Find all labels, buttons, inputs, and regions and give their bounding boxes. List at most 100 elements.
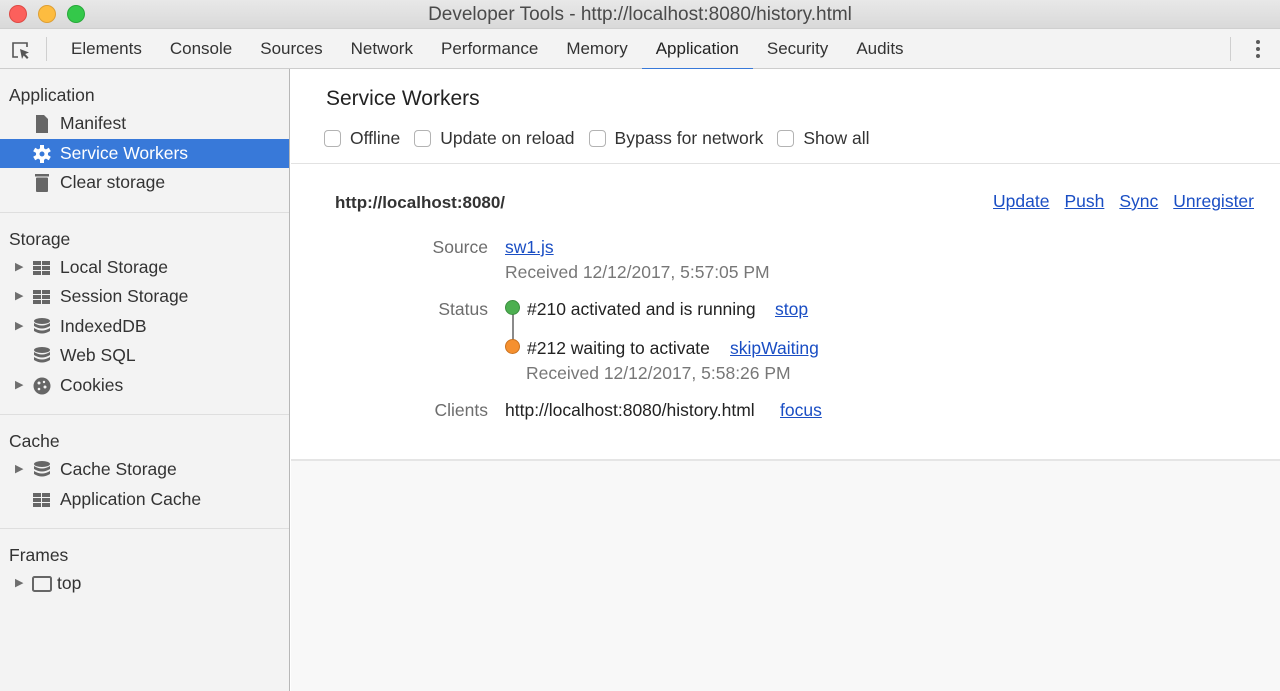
tab-security[interactable]: Security bbox=[753, 29, 842, 69]
panel-tabs: Elements Console Sources Network Perform… bbox=[57, 29, 918, 70]
waiting-status-text: #212 waiting to activate bbox=[527, 338, 710, 358]
waiting-status-dot bbox=[505, 339, 520, 354]
worker-actions: Update Push Sync Unregister bbox=[978, 191, 1254, 212]
window-titlebar: Developer Tools - http://localhost:8080/… bbox=[0, 0, 1280, 29]
expand-arrow-icon[interactable]: ▶ bbox=[15, 455, 23, 485]
skip-waiting-link[interactable]: skipWaiting bbox=[730, 338, 819, 359]
sidebar-item-top-frame[interactable]: ▶ top bbox=[0, 569, 289, 599]
tab-elements[interactable]: Elements bbox=[57, 29, 156, 69]
sidebar-item-web-sql[interactable]: Web SQL bbox=[0, 341, 289, 371]
document-icon bbox=[36, 115, 48, 133]
checkbox-label: Update on reload bbox=[440, 128, 575, 148]
sidebar: Application Manifest Service Workers Cle… bbox=[0, 69, 290, 691]
sidebar-item-label: Cookies bbox=[60, 374, 124, 395]
focus-link[interactable]: focus bbox=[780, 400, 822, 421]
checkbox-box[interactable] bbox=[588, 130, 606, 147]
tab-performance[interactable]: Performance bbox=[427, 29, 552, 69]
checkbox-label: Offline bbox=[350, 128, 401, 148]
source-file-link[interactable]: sw1.js bbox=[505, 237, 554, 258]
tab-audits[interactable]: Audits bbox=[842, 29, 917, 69]
tab-memory[interactable]: Memory bbox=[552, 29, 641, 69]
waiting-received: Received 12/12/2017, 5:58:26 PM bbox=[526, 363, 791, 383]
service-workers-panel: Service Workers Offline Update on reload… bbox=[291, 69, 1280, 691]
sidebar-item-session-storage[interactable]: ▶ Session Storage bbox=[0, 282, 289, 312]
sidebar-item-label: top bbox=[57, 573, 82, 593]
more-options-button[interactable] bbox=[1248, 37, 1268, 61]
update-link[interactable]: Update bbox=[993, 191, 1049, 212]
window-title: Developer Tools - http://localhost:8080/… bbox=[428, 4, 852, 25]
source-received: Received 12/12/2017, 5:57:05 PM bbox=[505, 262, 770, 282]
expand-arrow-icon[interactable]: ▶ bbox=[15, 569, 23, 599]
cookie-icon bbox=[33, 377, 51, 394]
sidebar-item-cookies[interactable]: ▶ Cookies bbox=[0, 371, 289, 401]
sync-link[interactable]: Sync bbox=[1119, 191, 1158, 212]
database-icon bbox=[34, 317, 50, 333]
database-icon bbox=[34, 347, 50, 363]
service-workers-content: Service Workers Offline Update on reload… bbox=[291, 69, 1280, 461]
ellipsis-dot bbox=[1256, 54, 1260, 58]
sidebar-item-label: Cache Storage bbox=[60, 459, 177, 479]
sidebar-item-local-storage[interactable]: ▶ Local Storage bbox=[0, 253, 289, 283]
sidebar-item-label: Web SQL bbox=[60, 345, 136, 365]
sidebar-item-cache-storage[interactable]: ▶ Cache Storage bbox=[0, 455, 289, 485]
bypass-for-network-checkbox[interactable]: Bypass for network bbox=[588, 128, 764, 149]
vertical-ellipsis-icon bbox=[1256, 40, 1260, 44]
divider bbox=[291, 163, 1280, 164]
gear-icon bbox=[33, 144, 51, 163]
stop-link[interactable]: stop bbox=[775, 299, 808, 320]
grid-icon bbox=[33, 290, 50, 304]
tab-application[interactable]: Application bbox=[641, 29, 754, 70]
expand-arrow-icon[interactable]: ▶ bbox=[15, 371, 23, 401]
tab-console[interactable]: Console bbox=[156, 29, 246, 69]
checkbox-box[interactable] bbox=[414, 130, 432, 147]
inspect-element-icon bbox=[12, 42, 29, 59]
expand-arrow-icon[interactable]: ▶ bbox=[15, 312, 23, 342]
running-status-dot bbox=[505, 300, 520, 315]
clients-label: Clients bbox=[434, 400, 489, 420]
client-url: http://localhost:8080/history.html bbox=[505, 400, 755, 420]
sidebar-item-label: Local Storage bbox=[60, 256, 168, 277]
sidebar-item-indexeddb[interactable]: ▶ IndexedDB bbox=[0, 312, 289, 342]
expand-arrow-icon[interactable]: ▶ bbox=[15, 253, 23, 283]
sidebar-item-clear-storage[interactable]: Clear storage bbox=[0, 168, 289, 198]
toolbar-divider bbox=[46, 37, 47, 61]
tab-network[interactable]: Network bbox=[337, 29, 427, 69]
section-title: Frames bbox=[9, 545, 69, 565]
sidebar-item-label: IndexedDB bbox=[60, 315, 147, 336]
sidebar-section-application: Application Manifest Service Workers Cle… bbox=[0, 81, 289, 213]
sidebar-item-label: Session Storage bbox=[60, 286, 189, 306]
sidebar-item-service-workers[interactable]: Service Workers bbox=[0, 138, 289, 168]
push-link[interactable]: Push bbox=[1064, 191, 1104, 212]
sidebar-item-label: Service Workers bbox=[60, 142, 189, 163]
panel-title: Service Workers bbox=[326, 87, 480, 110]
sidebar-section-frames: Frames ▶ top bbox=[0, 541, 289, 599]
sidebar-item-label: Clear storage bbox=[60, 172, 166, 192]
checkbox-label: Show all bbox=[803, 128, 870, 148]
devtools-toolbar: Elements Console Sources Network Perform… bbox=[0, 29, 1280, 70]
inspect-element-button[interactable] bbox=[8, 38, 34, 62]
tab-sources[interactable]: Sources bbox=[246, 29, 336, 69]
sidebar-item-label: Application Cache bbox=[60, 488, 202, 509]
grid-icon bbox=[33, 260, 50, 275]
checkbox-box[interactable] bbox=[777, 130, 795, 147]
database-icon bbox=[34, 461, 50, 477]
unregister-link[interactable]: Unregister bbox=[1173, 191, 1254, 212]
worker-origin: http://localhost:8080/ bbox=[335, 193, 506, 212]
sidebar-item-label: Manifest bbox=[60, 113, 127, 133]
sidebar-section-storage: Storage ▶ Local Storage ▶ Session Storag… bbox=[0, 225, 289, 415]
show-all-checkbox[interactable]: Show all bbox=[777, 128, 870, 149]
section-title: Cache bbox=[9, 431, 60, 451]
checkbox-label: Bypass for network bbox=[614, 128, 764, 148]
expand-arrow-icon[interactable]: ▶ bbox=[15, 282, 23, 312]
offline-checkbox[interactable]: Offline bbox=[324, 128, 400, 149]
frame-icon bbox=[32, 576, 52, 592]
sidebar-item-manifest[interactable]: Manifest bbox=[0, 109, 289, 139]
options-bar: Offline Update on reload Bypass for netw… bbox=[324, 128, 884, 149]
trash-icon bbox=[35, 174, 49, 192]
sidebar-item-application-cache[interactable]: Application Cache bbox=[0, 485, 289, 515]
running-status-text: #210 activated and is running bbox=[527, 299, 756, 319]
update-on-reload-checkbox[interactable]: Update on reload bbox=[414, 128, 575, 149]
toolbar-divider bbox=[1230, 37, 1231, 61]
source-label: Source bbox=[432, 237, 488, 257]
checkbox-box[interactable] bbox=[324, 130, 341, 147]
